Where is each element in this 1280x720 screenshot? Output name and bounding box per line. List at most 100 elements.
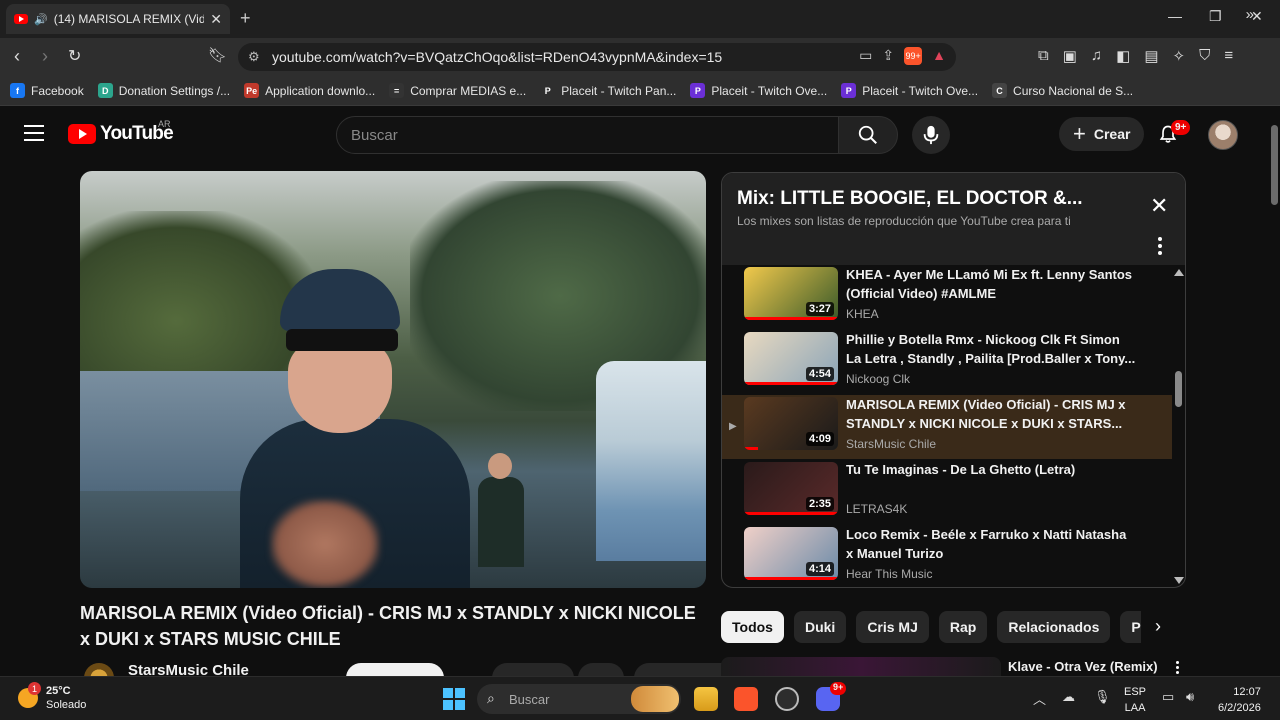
playlist-item[interactable]: 4:14 Loco Remix - Beéle x Farruko x Natti… [722, 525, 1172, 587]
playlist-item[interactable]: 4:54 Phillie y Botella Rmx - Nickoog Clk … [722, 330, 1172, 394]
language-indicator[interactable]: ESP LAA [1124, 684, 1146, 716]
browser-tab[interactable]: 🔊 (14) MARISOLA REMIX (Video ✕ [6, 4, 230, 34]
filter-chip[interactable]: Para ti [1120, 611, 1141, 643]
bookmark-item[interactable]: P Placeit - Twitch Ove... [841, 83, 978, 98]
app-icon[interactable] [775, 687, 799, 711]
share-icon[interactable]: ⇪ [882, 47, 894, 65]
address-bar[interactable]: ⚙ youtube.com/watch?v=BVQatzChOqo&list=R… [238, 43, 956, 71]
bookmarks-overflow-icon[interactable]: » [1246, 6, 1254, 23]
minimize-icon[interactable]: — [1168, 8, 1182, 24]
network-icon[interactable]: ▭ [1162, 689, 1174, 705]
tray-overflow-icon[interactable]: ︿ [1033, 689, 1046, 708]
weather-widget[interactable]: 1 25°C Soleado [18, 682, 87, 712]
video-player[interactable] [80, 171, 706, 588]
playlist-title[interactable]: Mix: LITTLE BOOGIE, EL DOCTOR &... [737, 188, 1083, 210]
bookmark-icon[interactable]: 🔖︎ [208, 46, 227, 64]
media-icon[interactable]: ♫ [1091, 47, 1102, 65]
taskbar: 1 25°C Soleado ⌕ Buscar 9+ ︿ ☁ 🎙︎ ESP LA… [0, 676, 1280, 720]
weather-condition: Soleado [46, 699, 87, 711]
playlist-subtitle: Los mixes son listas de reproducción que… [737, 214, 1071, 228]
chips-next-icon[interactable]: › [1155, 616, 1161, 637]
taskbar-search[interactable]: ⌕ Buscar [477, 684, 681, 714]
bookmark-item[interactable]: = Comprar MEDIAS e... [389, 83, 526, 98]
bookmark-item[interactable]: D Donation Settings /... [97, 83, 230, 98]
microphone-tray-icon[interactable]: 🎙︎ [1094, 689, 1111, 705]
windows-start-icon[interactable] [443, 688, 465, 710]
create-button[interactable]: + Crear [1059, 117, 1145, 151]
watch-progress [744, 382, 838, 385]
volume-icon[interactable]: 🔊︎ [1186, 689, 1194, 705]
playlist-thumbnail[interactable]: 3:27 [744, 267, 838, 320]
search-highlight-image [631, 686, 679, 712]
playlist-item[interactable]: 2:35 Tu Te Imaginas - De La Ghetto (Letra… [722, 460, 1172, 524]
taskbar-search-placeholder: Buscar [509, 691, 550, 707]
bookmark-item[interactable]: P Placeit - Twitch Pan... [540, 83, 676, 98]
bookmark-item[interactable]: Pe Application downlo... [244, 83, 375, 98]
forward-icon[interactable]: › [42, 46, 48, 67]
new-tab-button[interactable]: + [240, 8, 251, 29]
video-duration: 4:14 [805, 562, 834, 576]
site-settings-icon[interactable]: ⚙ [248, 49, 260, 65]
brave-browser-icon[interactable] [734, 687, 758, 711]
filter-chip[interactable]: Cris MJ [856, 611, 929, 643]
wallet-icon[interactable]: ▤ [1144, 47, 1158, 65]
playlist-item[interactable]: ▶ 4:09 MARISOLA REMIX (Video Oficial) - CR… [722, 395, 1172, 459]
playlist-thumbnail[interactable]: 4:54 [744, 332, 838, 385]
filter-chips: Todos Duki Cris MJ Rap Relacionados Para ti [721, 611, 1141, 643]
bookmark-item[interactable]: C Curso Nacional de S... [992, 83, 1133, 98]
next-video-thumbnail[interactable] [721, 657, 1001, 677]
scroll-down-icon[interactable] [1174, 577, 1184, 584]
onedrive-icon[interactable]: ☁ [1062, 689, 1075, 705]
account-avatar[interactable] [1208, 120, 1238, 150]
search-button[interactable] [838, 116, 898, 154]
brave-shields-icon[interactable]: 99+ [904, 47, 923, 65]
reload-icon[interactable]: ↻ [68, 46, 81, 66]
brave-rewards-icon[interactable]: ▲ [932, 47, 946, 65]
playlist-scrollbar[interactable] [1172, 265, 1185, 587]
playlist-thumbnail[interactable]: 4:14 [744, 527, 838, 580]
weather-sun-icon: 1 [18, 682, 41, 708]
playlist-item-title: Tu Te Imaginas - De La Ghetto (Letra) [846, 462, 1076, 477]
playlist-more-icon[interactable] [1158, 237, 1162, 258]
filter-chip[interactable]: Relacionados [997, 611, 1111, 643]
youtube-favicon-icon [14, 14, 28, 24]
playlist-item-channel: StarsMusic Chile [846, 437, 937, 451]
extensions-icon[interactable]: ⧉ [1038, 47, 1049, 65]
bookmark-item[interactable]: f Facebook [10, 83, 84, 98]
playlist-item-title: MARISOLA REMIX (Video Oficial) - CRIS MJ… [846, 397, 1126, 431]
filter-chip[interactable]: Duki [793, 611, 847, 643]
maximize-icon[interactable]: ❐ [1209, 8, 1222, 25]
back-icon[interactable]: ‹ [14, 46, 20, 67]
keyboard-layout: LAA [1124, 702, 1146, 714]
voice-search-button[interactable] [912, 116, 950, 154]
youtube-header: YouTube AR Buscar + Crear 9+ [0, 107, 1268, 163]
search-input[interactable]: Buscar [336, 116, 840, 154]
bookmark-item[interactable]: P Placeit - Twitch Ove... [690, 83, 827, 98]
youtube-logo[interactable]: YouTube AR [68, 119, 174, 145]
ai-icon[interactable]: ✧ [1173, 47, 1186, 65]
video-title: MARISOLA REMIX (Video Oficial) - CRIS MJ… [80, 603, 696, 649]
leo-icon[interactable]: ▣ [1063, 47, 1077, 65]
scroll-up-icon[interactable] [1174, 269, 1184, 276]
file-explorer-icon[interactable] [694, 687, 718, 711]
filter-chip[interactable]: Rap [938, 611, 988, 643]
playlist-item[interactable]: 3:27 KHEA - Ayer Me LLamó Mi Ex ft. Lenny… [722, 265, 1172, 329]
close-playlist-icon[interactable]: ✕ [1150, 195, 1168, 217]
now-playing-icon: ▶ [729, 421, 737, 432]
vpn-icon[interactable]: ⛉ [1199, 47, 1210, 65]
cast-icon[interactable]: ▭ [859, 47, 872, 65]
next-video-more-icon[interactable] [1176, 661, 1180, 676]
filter-chip[interactable]: Todos [721, 611, 784, 643]
region-code: AR [158, 119, 171, 129]
playlist-thumbnail[interactable]: 4:09 [744, 397, 838, 450]
date: 6/2/2026 [1218, 702, 1261, 714]
playlist-thumbnail[interactable]: 2:35 [744, 462, 838, 515]
clock[interactable]: 12:07 6/2/2026 [1218, 684, 1261, 716]
menu-icon[interactable]: ≡ [1224, 47, 1233, 65]
bookmark-favicon-icon: f [10, 83, 25, 98]
page-scrollbar[interactable] [1268, 107, 1280, 676]
next-video-title[interactable]: Klave - Otra Vez (Remix) [1008, 659, 1158, 674]
menu-icon[interactable] [24, 125, 44, 141]
sidebar-icon[interactable]: ◧ [1116, 47, 1130, 65]
close-tab-icon[interactable]: ✕ [210, 11, 222, 28]
